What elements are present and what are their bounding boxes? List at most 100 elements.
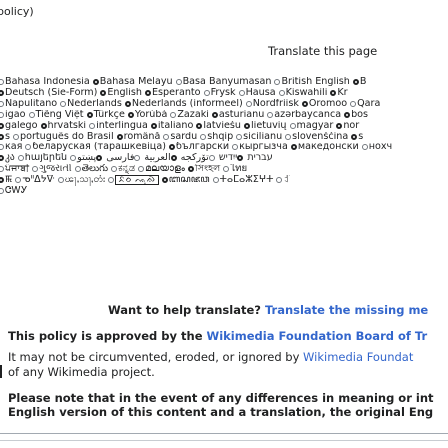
language-option[interactable]: latviešu	[196, 121, 241, 131]
radio-icon[interactable]	[100, 89, 107, 96]
radio-icon[interactable]	[0, 100, 4, 107]
radio-icon[interactable]	[0, 155, 4, 162]
radio-icon[interactable]	[196, 122, 203, 129]
language-option[interactable]: български	[168, 142, 229, 152]
radio-icon[interactable]	[301, 100, 308, 107]
language-option[interactable]: asturianu	[211, 110, 264, 120]
radio-icon[interactable]	[0, 188, 4, 195]
language-option[interactable]: ၽႃႇသႃႇတႆး	[57, 175, 105, 185]
language-option[interactable]: فارسی	[106, 153, 141, 163]
language-option[interactable]: ᓀᐦᐃᔭᐍ	[15, 175, 55, 185]
radio-icon[interactable]	[168, 144, 175, 151]
radio-icon[interactable]	[0, 111, 4, 118]
language-option[interactable]: Tiếng Việt	[28, 110, 84, 120]
language-option[interactable]: македонски	[290, 142, 359, 152]
radio-icon[interactable]	[361, 144, 368, 151]
language-option[interactable]: Nordfriisk	[245, 99, 299, 109]
language-option[interactable]: Bahasa Melayu	[92, 77, 173, 87]
language-option[interactable]: azərbaycanca	[267, 110, 341, 120]
radio-icon[interactable]	[0, 177, 4, 184]
radio-icon[interactable]	[92, 79, 99, 85]
board-of-trustees-link[interactable]: Wikimedia Foundation Board of Tr	[207, 329, 428, 343]
radio-icon[interactable]	[144, 89, 151, 96]
language-option[interactable]: Türkçe	[86, 110, 125, 120]
radio-icon[interactable]	[127, 111, 134, 118]
translate-missing-messages-link[interactable]: Translate the missing me	[265, 303, 428, 317]
radio-icon[interactable]	[212, 177, 219, 184]
language-option[interactable]: galego	[0, 121, 38, 131]
language-option[interactable]: igao	[0, 110, 26, 120]
radio-icon[interactable]	[274, 79, 281, 85]
radio-icon[interactable]	[267, 111, 274, 118]
language-option[interactable]: беларуская (тарашкевіца)	[25, 142, 166, 152]
language-option[interactable]: interlingua	[89, 121, 148, 131]
language-option[interactable]: پښتو	[77, 153, 103, 163]
radio-icon[interactable]	[170, 111, 177, 118]
radio-icon[interactable]	[236, 133, 243, 140]
radio-icon[interactable]	[238, 89, 245, 96]
language-option[interactable]: Frysk	[203, 88, 236, 98]
language-option[interactable]: română	[116, 132, 160, 142]
language-option[interactable]: bos	[344, 110, 368, 120]
language-option[interactable]: ਪੰਜਾਬੀ	[0, 164, 29, 174]
wikimedia-foundation-link[interactable]: Wikimedia Foundat	[303, 350, 413, 364]
language-option[interactable]: ꦧꦱꦗꦮ	[161, 175, 210, 185]
radio-icon[interactable]	[208, 155, 215, 162]
radio-icon[interactable]	[187, 166, 194, 173]
language-option[interactable]: ᏣᎳᎩ	[0, 186, 27, 196]
language-option[interactable]: British English	[274, 77, 350, 87]
language-option[interactable]: кыргызча	[232, 142, 288, 152]
language-option[interactable]: português do Brasil	[13, 132, 114, 142]
language-option[interactable]: Basa Banyumasan	[175, 77, 271, 87]
radio-icon[interactable]	[244, 122, 250, 129]
radio-icon[interactable]	[278, 89, 285, 96]
radio-icon[interactable]	[232, 144, 239, 151]
language-option[interactable]: English	[100, 88, 142, 98]
radio-icon[interactable]	[163, 133, 170, 140]
radio-icon[interactable]	[57, 177, 64, 184]
language-option[interactable]: العربية	[144, 153, 177, 163]
radio-icon[interactable]	[170, 155, 177, 162]
language-option[interactable]: s	[0, 132, 10, 142]
language-option[interactable]: ᨅᨔ ᨕᨘᨁᨗ	[108, 175, 159, 186]
language-option[interactable]: lietuvių	[244, 121, 287, 131]
language-option[interactable]: հայերեն	[17, 153, 67, 163]
radio-icon[interactable]	[344, 111, 351, 118]
radio-icon[interactable]	[0, 89, 4, 96]
radio-icon[interactable]	[138, 166, 145, 173]
radio-icon[interactable]	[40, 122, 47, 129]
language-option[interactable]: B	[352, 77, 366, 87]
language-option[interactable]: Kr	[330, 88, 348, 98]
language-option[interactable]: ગુજરાતી	[32, 164, 72, 174]
radio-icon[interactable]	[245, 100, 252, 107]
radio-icon[interactable]	[0, 79, 4, 85]
language-option[interactable]: Qara	[350, 99, 380, 109]
language-option[interactable]: Esperanto	[144, 88, 201, 98]
language-option[interactable]: ꆇ	[276, 175, 291, 185]
language-option[interactable]: sicilianu	[236, 132, 282, 142]
radio-icon[interactable]	[96, 155, 103, 162]
language-option[interactable]: кая	[0, 142, 22, 152]
radio-icon[interactable]	[350, 100, 357, 107]
radio-icon[interactable]	[290, 144, 297, 151]
radio-icon[interactable]	[351, 133, 358, 140]
language-option[interactable]: Zazaki	[170, 110, 209, 120]
radio-icon[interactable]	[211, 111, 218, 118]
language-option[interactable]: italiano	[150, 121, 193, 131]
language-option[interactable]: Nederlands	[60, 99, 122, 109]
radio-icon[interactable]	[237, 155, 244, 162]
language-option[interactable]: sardu	[163, 132, 197, 142]
language-option[interactable]: ⵜⴰⵎⴰⵣⵉⵖⵜ	[212, 175, 273, 185]
language-option[interactable]: Deutsch (Sie-Form)	[0, 88, 97, 98]
radio-icon[interactable]	[60, 100, 67, 107]
radio-icon[interactable]	[330, 89, 337, 96]
radio-icon[interactable]	[89, 122, 96, 129]
radio-icon[interactable]	[86, 111, 93, 118]
radio-icon[interactable]	[74, 166, 81, 173]
radio-icon[interactable]	[17, 155, 24, 162]
language-option[interactable]: magyar	[289, 121, 333, 131]
radio-icon[interactable]	[223, 166, 230, 173]
radio-icon[interactable]	[352, 79, 359, 85]
language-option[interactable]: Oromoo	[301, 99, 347, 109]
radio-icon[interactable]	[70, 155, 77, 162]
